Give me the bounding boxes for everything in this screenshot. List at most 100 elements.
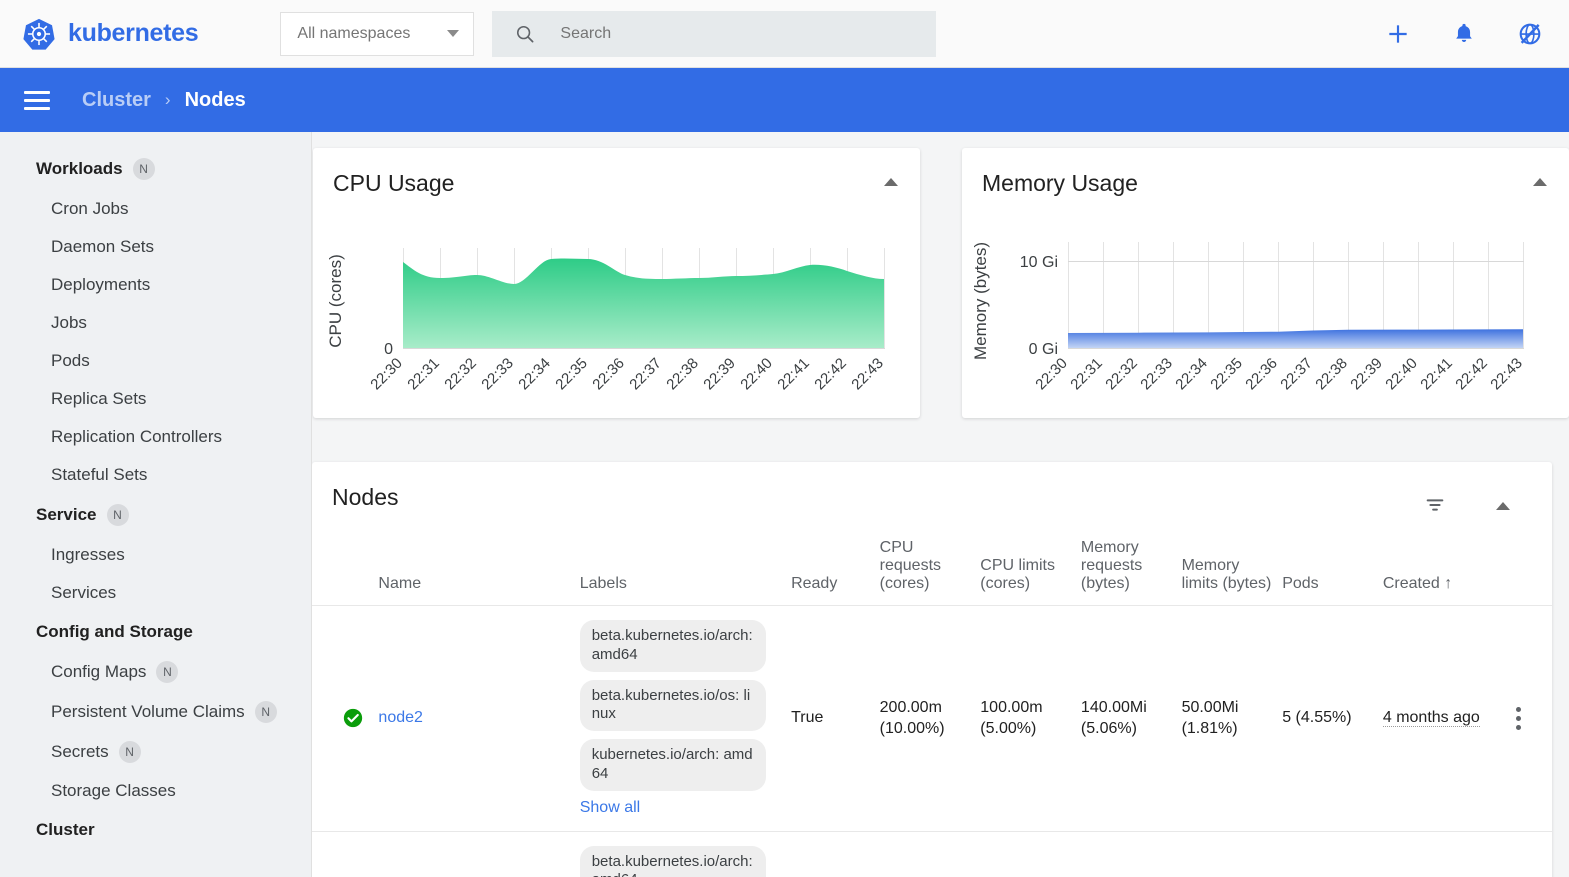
sidebar-item-ingresses[interactable]: Ingresses: [0, 536, 311, 574]
main-content: CPU Usage CPU (cores) 0 22:30 22:31 22:3…: [312, 132, 1569, 877]
svg-text:22:30: 22:30: [1032, 355, 1071, 394]
sidebar-item-stateful-sets[interactable]: Stateful Sets: [0, 456, 311, 494]
sidebar-section-label: Service: [36, 505, 97, 524]
svg-text:22:41: 22:41: [774, 355, 813, 394]
search-input[interactable]: [558, 23, 923, 44]
nodes-card: Nodes Name Labels Ready CPU requests (co…: [312, 462, 1552, 877]
bell-icon[interactable]: [1451, 21, 1477, 47]
chevron-up-icon[interactable]: [1533, 178, 1547, 186]
svg-text:22:33: 22:33: [1137, 355, 1176, 394]
plus-icon[interactable]: [1385, 21, 1411, 47]
table-header-row: Name Labels Ready CPU requests (cores) C…: [312, 529, 1552, 606]
sidebar-item-cron-jobs[interactable]: Cron Jobs: [0, 190, 311, 228]
chevron-up-icon[interactable]: [1496, 502, 1510, 510]
sidebar-item-persistent-volume-claims[interactable]: Persistent Volume Claims N: [0, 692, 311, 732]
sidebar-item-secrets[interactable]: Secrets N: [0, 732, 311, 772]
search-icon: [517, 25, 534, 42]
column-header-cpu-requests[interactable]: CPU requests (cores): [879, 529, 981, 606]
svg-text:22:42: 22:42: [1452, 355, 1491, 394]
namespaced-badge: N: [118, 741, 141, 763]
brand[interactable]: kubernetes: [22, 17, 199, 51]
column-header-name[interactable]: Name: [378, 529, 580, 606]
svg-text:22:31: 22:31: [404, 355, 443, 394]
memory-usage-card: Memory Usage Memory (bytes) 10 Gi 0 Gi 2…: [962, 148, 1569, 418]
sidebar-section-workloads[interactable]: Workloads N: [0, 148, 311, 190]
sidebar-item-storage-classes[interactable]: Storage Classes: [0, 772, 311, 810]
column-header-created-label: Created: [1382, 575, 1440, 592]
top-bar-actions: [1385, 21, 1543, 47]
label-chip: beta.kubernetes.io/arch: amd64: [579, 845, 766, 877]
row-actions-cell: [1491, 831, 1552, 877]
sidebar-item-label: Stateful Sets: [51, 465, 148, 484]
sidebar-item-label: Storage Classes: [51, 781, 176, 800]
memory-usage-chart: Memory (bytes) 10 Gi 0 Gi 22:30 22:31 22…: [971, 242, 1526, 394]
svg-text:22:36: 22:36: [589, 355, 628, 394]
cpu-usage-area: [403, 258, 884, 348]
sidebar-item-replica-sets[interactable]: Replica Sets: [0, 380, 311, 418]
check-circle-icon: [343, 709, 363, 728]
svg-text:22:31: 22:31: [1067, 355, 1106, 394]
sidebar-item-replication-controllers[interactable]: Replication Controllers: [0, 418, 311, 456]
sidebar-section-label: Cluster: [36, 820, 95, 839]
svg-text:10 Gi: 10 Gi: [1020, 254, 1058, 271]
node-link[interactable]: node2: [378, 709, 423, 726]
column-header-created[interactable]: Created ↑: [1382, 529, 1492, 606]
search-box[interactable]: [492, 10, 937, 57]
column-header-cpu-limits[interactable]: CPU limits (cores): [980, 529, 1081, 606]
breadcrumb: Cluster › Nodes: [82, 89, 246, 112]
cpu-usage-title: CPU Usage: [333, 170, 455, 196]
svg-text:22:33: 22:33: [478, 355, 517, 394]
svg-text:22:35: 22:35: [1207, 355, 1246, 394]
memory-usage-area: [1068, 329, 1523, 348]
filter-icon[interactable]: [1424, 494, 1446, 516]
column-header-pods[interactable]: Pods: [1282, 529, 1383, 606]
chevron-up-icon[interactable]: [884, 178, 898, 186]
memory-usage-title: Memory Usage: [982, 170, 1138, 196]
column-header-memory-limits[interactable]: Memory limits (bytes): [1181, 529, 1283, 606]
hamburger-menu-icon[interactable]: [24, 86, 50, 115]
breadcrumb-item-cluster[interactable]: Cluster: [82, 89, 151, 112]
sidebar-section-service[interactable]: Service N: [0, 494, 311, 536]
sidebar-item-label: Pods: [51, 351, 90, 370]
row-name-cell: node1: [378, 831, 580, 877]
kebab-menu-icon[interactable]: [1516, 706, 1522, 730]
row-status-cell: [312, 831, 379, 877]
sidebar-item-jobs[interactable]: Jobs: [0, 304, 311, 342]
column-header-ready[interactable]: Ready: [791, 529, 880, 606]
sidebar-item-pods[interactable]: Pods: [0, 342, 311, 380]
row-labels-cell: beta.kubernetes.io/arch: amd64 beta.kube…: [579, 605, 792, 832]
table-row[interactable]: node2 beta.kubernetes.io/arch: amd64 bet…: [312, 605, 1552, 832]
row-created-cell: 4 months ago: [1382, 831, 1492, 877]
sidebar-item-daemon-sets[interactable]: Daemon Sets: [0, 228, 311, 266]
namespace-selector-value: All namespaces: [297, 24, 411, 42]
svg-text:22:37: 22:37: [626, 355, 665, 394]
column-header-labels[interactable]: Labels: [579, 529, 792, 606]
row-created-cell: 4 months ago: [1382, 605, 1492, 832]
cpu-usage-card: CPU Usage CPU (cores) 0 22:30 22:31 22:3…: [313, 148, 920, 418]
table-row[interactable]: node1 beta.kubernetes.io/arch: amd64 bet…: [312, 831, 1552, 877]
sidebar-item-label: Cron Jobs: [51, 199, 129, 218]
svg-text:22:34: 22:34: [1172, 355, 1211, 394]
row-memory-requests-cell: 140.00Mi (5.06%): [1080, 605, 1182, 832]
chevron-down-icon: [447, 30, 460, 37]
sidebar-item-label: Deployments: [51, 275, 151, 294]
globe-slash-icon[interactable]: [1517, 21, 1543, 47]
row-cpu-limits-cell: 100.00m (5.00%): [980, 605, 1081, 832]
namespace-selector[interactable]: All namespaces: [280, 11, 475, 56]
show-all-labels-link[interactable]: Show all: [580, 799, 640, 816]
column-header-actions: [1491, 529, 1552, 606]
row-cpu-requests-cell: 200.00m (10.00%): [879, 605, 981, 832]
svg-text:22:36: 22:36: [1242, 355, 1281, 394]
sidebar: Workloads N Cron Jobs Daemon Sets Deploy…: [0, 132, 312, 877]
sidebar-item-services[interactable]: Services: [0, 574, 311, 612]
sidebar-item-config-maps[interactable]: Config Maps N: [0, 652, 311, 692]
row-memory-limits-cell: 50.00Mi (1.81%): [1181, 605, 1283, 832]
sidebar-item-label: Replica Sets: [51, 389, 147, 408]
label-chip: beta.kubernetes.io/arch: amd64: [579, 620, 766, 672]
sidebar-item-deployments[interactable]: Deployments: [0, 266, 311, 304]
column-header-memory-requests[interactable]: Memory requests (bytes): [1080, 529, 1182, 606]
sidebar-section-cluster[interactable]: Cluster: [0, 810, 311, 850]
svg-text:22:38: 22:38: [663, 355, 702, 394]
svg-text:22:43: 22:43: [1487, 355, 1526, 394]
sidebar-section-config-and-storage[interactable]: Config and Storage: [0, 612, 311, 652]
